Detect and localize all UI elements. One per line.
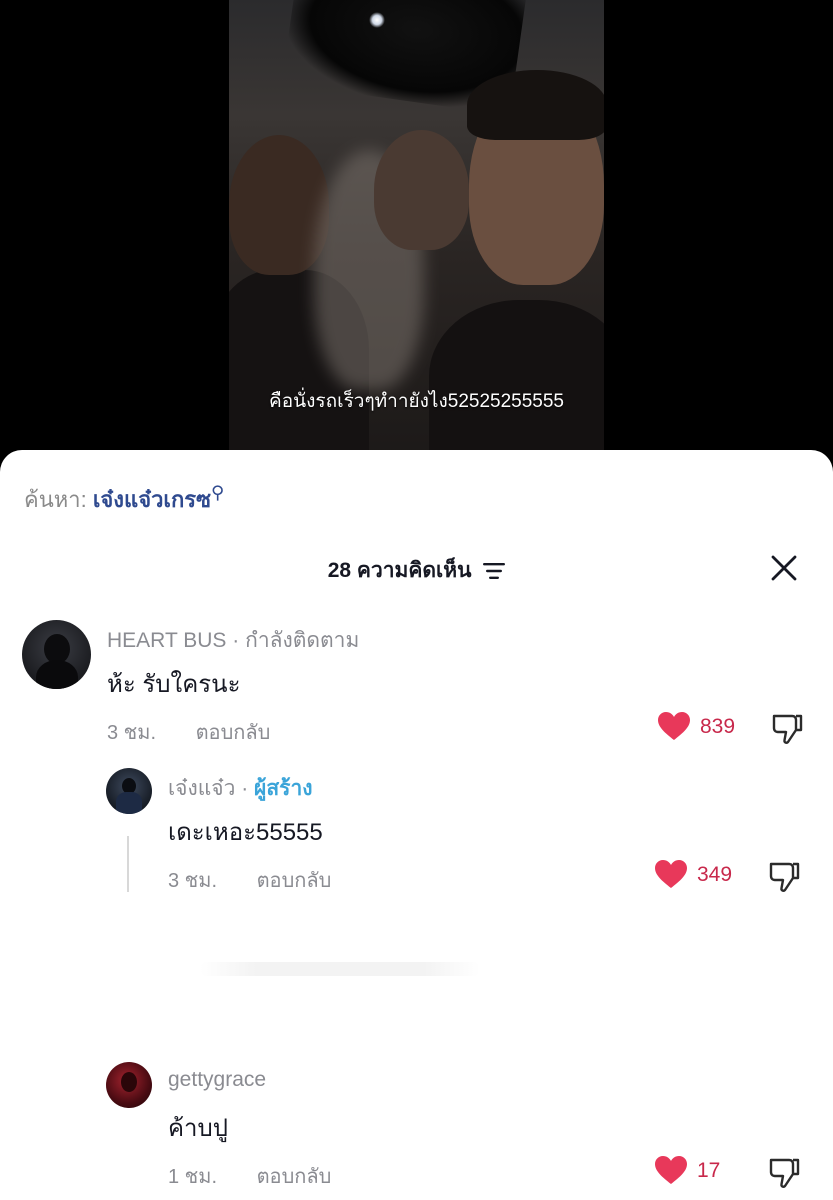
dislike-icon[interactable] — [767, 1156, 801, 1190]
search-suggestion[interactable]: ค้นหา: เจ๋งแจ๋วเกรซ⚲ — [24, 482, 224, 517]
like-button[interactable]: 17 — [655, 1156, 720, 1185]
comment-time: 1 ชม. — [168, 1166, 217, 1188]
comments-count-title: 28 ความคิดเห็น — [327, 559, 472, 582]
following-badge: · กำลังติดตาม — [232, 629, 360, 652]
like-count: 17 — [697, 1158, 721, 1182]
creator-badge: ผู้สร้าง — [254, 777, 313, 800]
comment-text: เดะเหอะ55555 — [168, 819, 323, 846]
comments-header: 28 ความคิดเห็น — [0, 554, 833, 587]
like-count: 839 — [700, 714, 736, 738]
faded-placeholder — [200, 962, 480, 976]
heart-icon — [655, 1156, 687, 1184]
video-player[interactable]: คือนั่งรถเร็วๆทำายังไง52525255555 — [229, 0, 604, 462]
reply-button[interactable]: ตอบกลับ — [196, 722, 271, 744]
username-text[interactable]: เจ๋งแจ๋ว — [168, 777, 235, 800]
search-prefix: ค้นหา: — [24, 487, 87, 512]
reply-button[interactable]: ตอบกลับ — [257, 1166, 332, 1188]
search-term[interactable]: เจ๋งแจ๋วเกรซ — [93, 487, 211, 512]
reply-button[interactable]: ตอบกลับ — [257, 870, 332, 892]
video-frame-person — [467, 70, 604, 140]
heart-icon — [658, 712, 690, 740]
reply-thread-line — [127, 836, 129, 892]
video-frame-light — [369, 12, 385, 28]
video-frame-person — [374, 130, 469, 250]
avatar[interactable] — [106, 1062, 152, 1108]
username-text[interactable]: HEART BUS — [107, 629, 226, 652]
comment-username[interactable]: เจ๋งแจ๋ว · ผู้สร้าง — [168, 772, 313, 805]
search-icon: ⚲ — [211, 482, 225, 503]
dislike-icon[interactable] — [770, 712, 804, 746]
video-frame-person — [429, 300, 604, 462]
username-separator: · — [235, 777, 255, 800]
dislike-icon[interactable] — [767, 860, 801, 894]
heart-icon — [655, 860, 687, 888]
like-button[interactable]: 349 — [655, 860, 732, 889]
video-caption: คือนั่งรถเร็วๆทำายังไง52525255555 — [268, 391, 564, 412]
comment-meta: 1 ชม. ตอบกลับ — [168, 1160, 331, 1192]
like-count: 349 — [697, 862, 733, 886]
avatar[interactable] — [22, 620, 91, 689]
comment-time: 3 ชม. — [168, 870, 217, 892]
comment-username[interactable]: HEART BUS · กำลังติดตาม — [107, 624, 359, 657]
close-icon[interactable] — [770, 554, 798, 582]
comment-meta: 3 ชม. ตอบกลับ — [168, 864, 331, 896]
username-text[interactable]: gettygrace — [168, 1068, 266, 1091]
comment-username[interactable]: gettygrace — [168, 1068, 266, 1092]
comment-meta: 3 ชม. ตอบกลับ — [107, 716, 270, 748]
comment-time: 3 ชม. — [107, 722, 156, 744]
filter-icon[interactable] — [483, 562, 506, 580]
avatar[interactable] — [106, 768, 152, 814]
comment-text: ห้ะ รับใครนะ — [107, 671, 241, 698]
comment-text: ค้าบปู — [168, 1115, 228, 1142]
like-button[interactable]: 839 — [658, 712, 735, 741]
comments-sheet: ค้นหา: เจ๋งแจ๋วเกรซ⚲ 28 ความคิดเห็น HEAR… — [0, 450, 833, 1200]
